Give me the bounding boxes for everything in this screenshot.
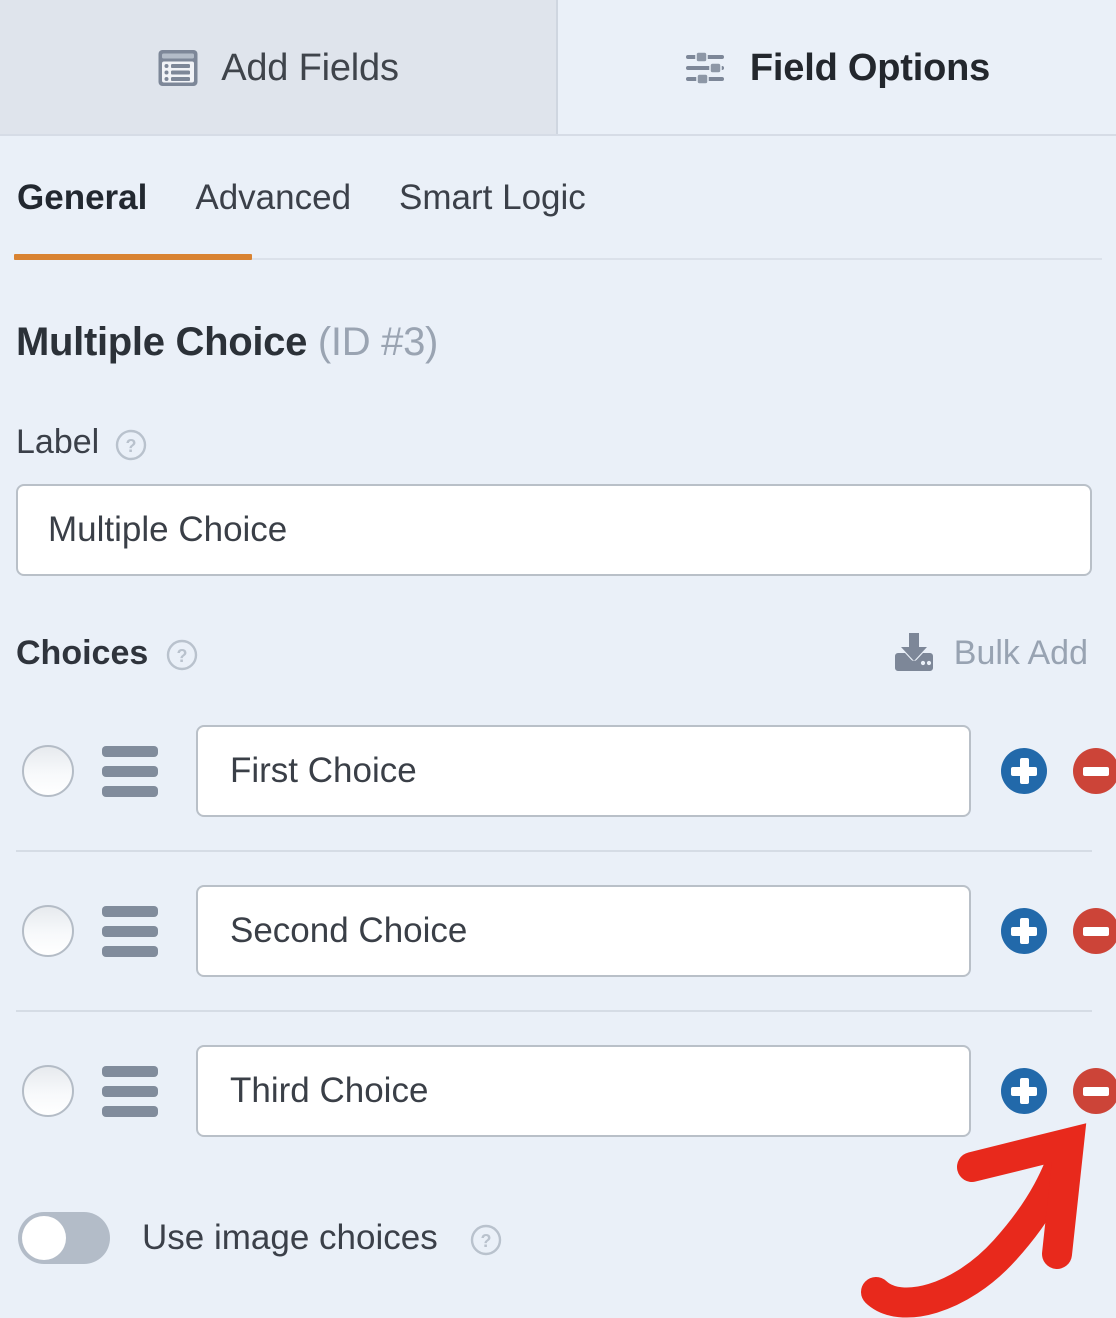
tab-add-fields-label: Add Fields bbox=[221, 46, 399, 89]
choice-radio-2[interactable] bbox=[22, 905, 74, 957]
table-row: Third Choice bbox=[16, 1012, 1116, 1170]
remove-choice-button-row-3[interactable] bbox=[1073, 1068, 1116, 1114]
settings-subtabs: General Advanced Smart Logic bbox=[0, 136, 1116, 260]
sliders-icon bbox=[684, 48, 728, 88]
label-input-value: Multiple Choice bbox=[48, 510, 288, 549]
field-id-text: (ID #3) bbox=[317, 320, 439, 364]
field-title-text: Multiple Choice bbox=[16, 320, 308, 364]
choice-input-2-value: Second Choice bbox=[230, 911, 468, 950]
tab-field-options-label: Field Options bbox=[749, 46, 991, 89]
svg-text:?: ? bbox=[126, 436, 137, 456]
choices-list: First Choice Second Choice Third Choice bbox=[16, 692, 1116, 1170]
use-image-choices-label: Use image choices bbox=[142, 1218, 438, 1257]
choice-input-3-value: Third Choice bbox=[230, 1071, 429, 1110]
bulk-add-label: Bulk Add bbox=[953, 633, 1088, 672]
question-mark-icon[interactable]: ? bbox=[166, 639, 198, 671]
svg-text:?: ? bbox=[480, 1231, 491, 1251]
tab-add-fields[interactable]: Add Fields bbox=[0, 0, 558, 136]
choice-radio-1[interactable] bbox=[22, 745, 74, 797]
import-download-icon bbox=[892, 632, 936, 674]
add-choice-button-row-1[interactable] bbox=[1001, 748, 1047, 794]
svg-text:?: ? bbox=[177, 646, 188, 666]
bulk-add-button[interactable]: Bulk Add bbox=[892, 632, 1092, 674]
add-choice-button-row-3[interactable] bbox=[1001, 1068, 1047, 1114]
choices-label: Choices bbox=[16, 633, 149, 672]
choices-section-header: Choices ? Bulk Add bbox=[16, 632, 1092, 674]
table-row: First Choice bbox=[16, 692, 1116, 850]
label-field-label: Label bbox=[16, 423, 100, 461]
form-list-icon bbox=[157, 48, 199, 88]
add-choice-button-row-2[interactable] bbox=[1001, 908, 1047, 954]
image-choices-row: Use image choices ? bbox=[18, 1212, 1100, 1264]
question-mark-icon[interactable]: ? bbox=[470, 1224, 502, 1256]
subtab-advanced[interactable]: Advanced bbox=[195, 178, 351, 218]
label-input[interactable]: Multiple Choice bbox=[16, 484, 1092, 576]
subtab-smart-logic[interactable]: Smart Logic bbox=[399, 178, 586, 218]
remove-choice-button-row-1[interactable] bbox=[1073, 748, 1116, 794]
settings-body: Multiple Choice (ID #3) Label ? Multiple… bbox=[0, 320, 1116, 1264]
field-options-panel: Add Fields Field Options General Advance… bbox=[0, 0, 1116, 1318]
choice-input-3[interactable]: Third Choice bbox=[196, 1045, 971, 1137]
choice-input-1[interactable]: First Choice bbox=[196, 725, 971, 817]
top-tab-bar: Add Fields Field Options bbox=[0, 0, 1116, 136]
question-mark-icon[interactable]: ? bbox=[115, 429, 147, 461]
choice-input-2[interactable]: Second Choice bbox=[196, 885, 971, 977]
drag-handle-icon[interactable] bbox=[102, 1065, 158, 1117]
table-row: Second Choice bbox=[16, 852, 1116, 1010]
label-section-header: Label ? bbox=[16, 423, 1100, 462]
choice-radio-3[interactable] bbox=[22, 1065, 74, 1117]
drag-handle-icon[interactable] bbox=[102, 745, 158, 797]
page-title: Multiple Choice (ID #3) bbox=[16, 320, 1100, 365]
choice-input-1-value: First Choice bbox=[230, 751, 417, 790]
subtab-general[interactable]: General bbox=[17, 178, 147, 218]
subtab-active-indicator bbox=[14, 254, 252, 260]
drag-handle-icon[interactable] bbox=[102, 905, 158, 957]
use-image-choices-toggle[interactable] bbox=[18, 1212, 110, 1264]
remove-choice-button-row-2[interactable] bbox=[1073, 908, 1116, 954]
tab-field-options[interactable]: Field Options bbox=[558, 0, 1116, 136]
